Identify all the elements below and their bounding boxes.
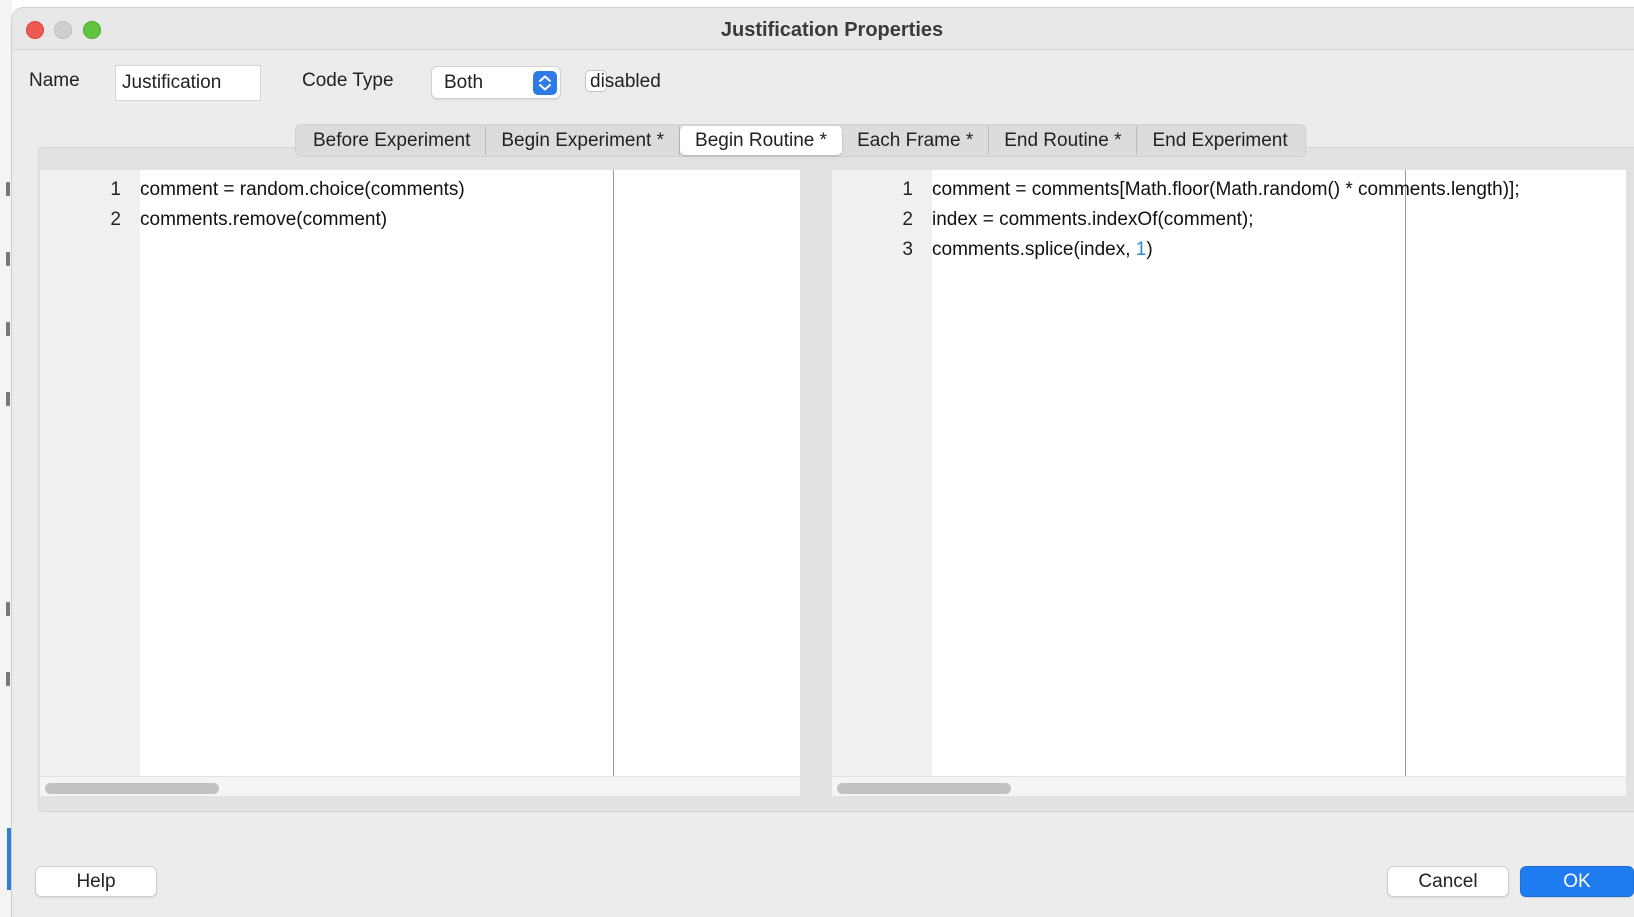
background-glyph bbox=[6, 182, 10, 196]
background-glyph bbox=[6, 392, 10, 406]
line-number: 3 bbox=[902, 239, 913, 260]
horizontal-scrollbar[interactable] bbox=[40, 776, 800, 796]
code-text: comment = random.choice(comments) bbox=[140, 179, 465, 200]
tab-end-experiment[interactable]: End Experiment bbox=[1137, 126, 1302, 155]
window-title: Justification Properties bbox=[720, 19, 944, 41]
code-segment: comments.splice(index, bbox=[932, 239, 1136, 260]
line-number: 2 bbox=[110, 209, 121, 230]
tab-each-frame[interactable]: Each Frame * bbox=[842, 126, 990, 155]
background-glyph bbox=[6, 252, 10, 266]
code-text: comments.remove(comment) bbox=[140, 209, 388, 230]
name-label: Name bbox=[29, 70, 80, 91]
background-glyph bbox=[6, 672, 10, 686]
javascript-code-editor[interactable]: 1 comment = comments[Math.floor(Math.ran… bbox=[832, 170, 1626, 796]
python-code-editor[interactable]: 1 comment = random.choice(comments) 2 co… bbox=[40, 170, 800, 796]
tab-begin-routine[interactable]: Begin Routine * bbox=[680, 126, 843, 155]
name-input[interactable] bbox=[115, 65, 261, 101]
tab-end-routine[interactable]: End Routine * bbox=[989, 126, 1138, 155]
code-text: index = comments.indexOf(comment); bbox=[932, 209, 1254, 230]
code-type-value: Both bbox=[444, 72, 484, 93]
line-number: 1 bbox=[902, 179, 913, 200]
titlebar: Justification Properties bbox=[12, 8, 1634, 50]
tab-begin-experiment[interactable]: Begin Experiment * bbox=[486, 126, 681, 155]
horizontal-scrollbar[interactable] bbox=[832, 776, 1626, 796]
scrollbar-thumb[interactable] bbox=[837, 783, 1011, 794]
background-app-strip bbox=[0, 0, 12, 917]
right-margin-line bbox=[613, 170, 614, 776]
line-number: 2 bbox=[902, 209, 913, 230]
code-segment: ) bbox=[1146, 239, 1153, 260]
background-glyph bbox=[6, 322, 10, 336]
code-type-select[interactable]: Both bbox=[431, 66, 561, 99]
select-stepper-icon bbox=[533, 71, 557, 95]
disabled-label: disabled bbox=[590, 71, 661, 92]
line-number-gutter bbox=[40, 170, 140, 776]
line-number: 1 bbox=[110, 179, 121, 200]
cancel-button[interactable]: Cancel bbox=[1387, 866, 1509, 897]
scrollbar-thumb[interactable] bbox=[45, 783, 219, 794]
right-margin-line bbox=[1405, 170, 1406, 776]
code-text: comments.splice(index, 1) bbox=[932, 239, 1153, 261]
tab-before-experiment[interactable]: Before Experiment bbox=[298, 126, 487, 155]
code-type-label: Code Type bbox=[302, 70, 394, 91]
code-text: comment = comments[Math.floor(Math.rando… bbox=[932, 179, 1520, 200]
ok-button[interactable]: OK bbox=[1520, 866, 1634, 897]
background-glyph bbox=[6, 602, 10, 616]
tab-bar: Before Experiment Begin Experiment * Beg… bbox=[295, 124, 1306, 157]
number-literal: 1 bbox=[1135, 239, 1147, 260]
help-button[interactable]: Help bbox=[35, 866, 157, 897]
